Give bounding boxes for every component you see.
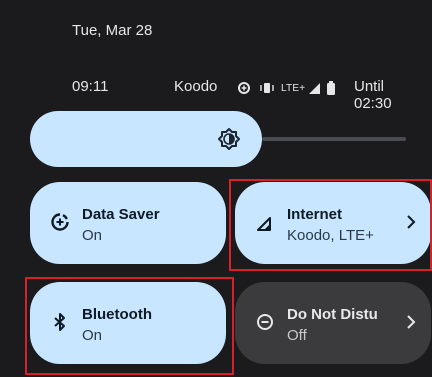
- tile-do-not-disturb[interactable]: Do Not Distu Off: [235, 282, 431, 364]
- date-label: Tue, Mar 28: [72, 22, 153, 39]
- signal-status-icon: [309, 82, 321, 94]
- vibrate-icon: [260, 83, 274, 93]
- dnd-icon: [257, 314, 273, 330]
- tile-label: Data Saver: [82, 206, 160, 223]
- tile-label: Do Not Distu: [287, 306, 378, 323]
- clock: 09:11: [72, 78, 109, 95]
- tile-status: Off: [287, 327, 307, 344]
- network-type: LTE+: [281, 82, 306, 94]
- tile-data-saver[interactable]: Data Saver On: [30, 182, 226, 264]
- highlight-box-internet: [229, 179, 432, 271]
- highlight-box-bluetooth: [25, 277, 234, 375]
- status-icons: LTE+: [237, 78, 336, 98]
- chevron-right-icon[interactable]: [405, 313, 417, 331]
- battery-until: Until 02:30: [354, 78, 392, 112]
- data-saver-status-icon: [238, 82, 250, 94]
- brightness-icon: [218, 128, 240, 150]
- battery-icon: [327, 81, 336, 95]
- brightness-slider[interactable]: [30, 111, 262, 167]
- data-saver-icon: [51, 213, 69, 231]
- status-bar: 09:11 Koodo LTE+ Until 02:30: [72, 78, 422, 112]
- tile-status: On: [82, 227, 103, 244]
- carrier-name: Koodo: [174, 78, 218, 95]
- brightness-track[interactable]: [262, 137, 406, 141]
